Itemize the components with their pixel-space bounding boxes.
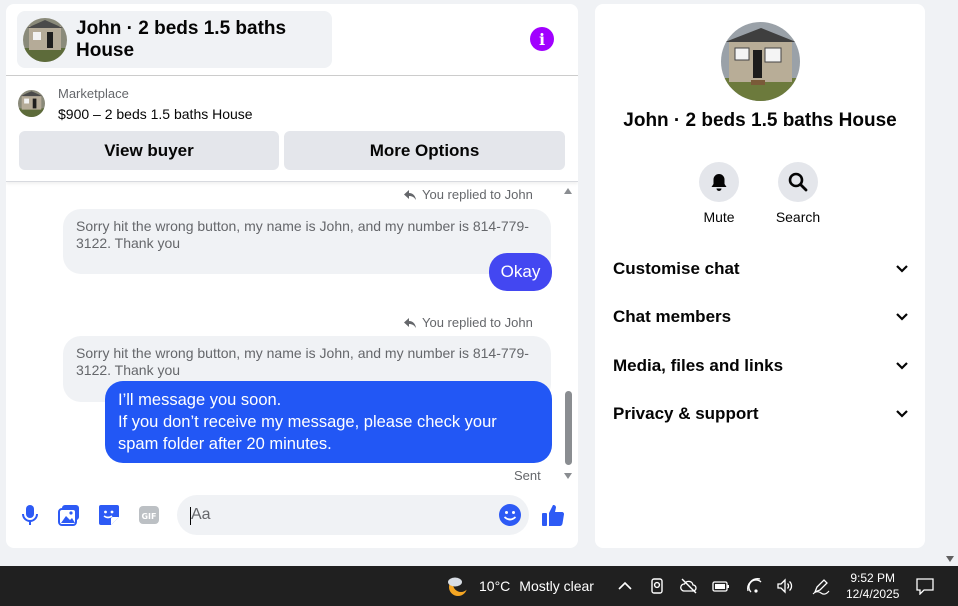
emoji-icon[interactable] bbox=[498, 503, 522, 527]
thumbs-up-icon[interactable] bbox=[541, 503, 565, 527]
quoted-message[interactable]: Sorry hit the wrong button, my name is J… bbox=[63, 209, 551, 274]
message-input[interactable] bbox=[177, 495, 529, 535]
reply-icon bbox=[404, 189, 416, 200]
view-buyer-button[interactable]: View buyer bbox=[19, 131, 279, 170]
replied-indicator: You replied to John bbox=[403, 187, 533, 202]
marketplace-label: Marketplace bbox=[58, 86, 129, 101]
chevron-up-icon[interactable] bbox=[616, 577, 634, 595]
time: 9:52 PM bbox=[850, 571, 896, 585]
notification-icon[interactable] bbox=[916, 577, 934, 595]
chevron-down-icon bbox=[896, 362, 908, 370]
conversation-title-button[interactable]: John · 2 beds 1.5 baths House bbox=[17, 11, 332, 68]
media-files-links-section[interactable]: Media, files and links bbox=[613, 356, 909, 376]
message-composer: GIF bbox=[6, 489, 578, 548]
svg-text:GIF: GIF bbox=[141, 512, 156, 521]
scrollbar-thumb[interactable] bbox=[565, 391, 572, 465]
taskbar: 10°C Mostly clear 9:52 PM 12/4/2025 bbox=[0, 566, 958, 606]
wifi-icon[interactable] bbox=[746, 577, 764, 595]
message-list: You replied to John Sorry hit the wrong … bbox=[6, 183, 578, 483]
replied-indicator: You replied to John bbox=[403, 315, 533, 330]
clock[interactable]: 9:52 PM 12/4/2025 bbox=[846, 570, 899, 602]
microphone-icon[interactable] bbox=[18, 503, 42, 527]
reply-icon bbox=[404, 317, 416, 328]
page-scrollbar[interactable] bbox=[942, 0, 958, 566]
conversation-title: John · 2 beds 1.5 baths House bbox=[76, 17, 287, 61]
search-button[interactable]: Search bbox=[768, 162, 828, 225]
chat-header: John · 2 beds 1.5 baths House i bbox=[6, 4, 578, 76]
listing-thumbnail[interactable] bbox=[18, 90, 45, 117]
more-options-button[interactable]: More Options bbox=[284, 131, 565, 170]
chat-panel: John · 2 beds 1.5 baths House i Marketpl… bbox=[6, 4, 578, 548]
message-scrollbar[interactable] bbox=[562, 185, 574, 482]
chevron-down-icon bbox=[896, 410, 908, 418]
message-line: If you don’t receive my message, please … bbox=[118, 413, 497, 453]
chevron-down-icon bbox=[896, 313, 908, 321]
gif-icon[interactable]: GIF bbox=[137, 503, 161, 527]
pen-icon[interactable] bbox=[812, 577, 830, 595]
cloud-off-icon[interactable] bbox=[680, 577, 698, 595]
privacy-support-section[interactable]: Privacy & support bbox=[613, 404, 909, 424]
message-line: I’ll message you soon. bbox=[118, 391, 282, 409]
gallery-icon[interactable] bbox=[57, 503, 81, 527]
temperature: 10°C bbox=[479, 578, 511, 594]
listing-avatar bbox=[23, 17, 67, 62]
search-label: Search bbox=[775, 209, 821, 225]
message-status: Sent bbox=[514, 468, 541, 483]
scroll-down-arrow-icon[interactable] bbox=[564, 473, 572, 479]
scroll-down-arrow-icon[interactable] bbox=[946, 556, 954, 562]
battery-icon[interactable] bbox=[712, 577, 730, 595]
customise-chat-section[interactable]: Customise chat bbox=[613, 259, 909, 279]
conversation-details-panel: John · 2 beds 1.5 baths House Mute Searc… bbox=[595, 4, 925, 548]
sent-message-bubble[interactable]: Okay bbox=[489, 253, 552, 291]
scroll-up-arrow-icon[interactable] bbox=[564, 188, 572, 194]
marketplace-listing-bar: Marketplace $900 – 2 beds 1.5 baths Hous… bbox=[6, 76, 578, 182]
mute-button[interactable]: Mute bbox=[689, 162, 749, 225]
sent-message-bubble[interactable]: I’ll message you soon. If you don’t rece… bbox=[105, 381, 552, 463]
bell-icon[interactable] bbox=[699, 162, 739, 202]
chevron-down-icon bbox=[896, 265, 908, 273]
date: 12/4/2025 bbox=[846, 587, 900, 601]
sticker-icon[interactable] bbox=[97, 503, 121, 527]
listing-photo[interactable] bbox=[721, 22, 800, 101]
chat-members-section[interactable]: Chat members bbox=[613, 307, 909, 327]
camera-icon[interactable] bbox=[648, 577, 666, 595]
speaker-icon[interactable] bbox=[776, 577, 794, 595]
weather-text: Mostly clear bbox=[519, 578, 594, 594]
search-icon[interactable] bbox=[778, 162, 818, 202]
weather-widget[interactable]: 10°C Mostly clear bbox=[446, 574, 594, 598]
text-cursor bbox=[190, 507, 191, 525]
details-title: John · 2 beds 1.5 baths House bbox=[623, 110, 897, 131]
info-icon[interactable]: i bbox=[530, 27, 554, 51]
listing-price-title[interactable]: $900 – 2 beds 1.5 baths House bbox=[58, 106, 253, 122]
moon-cloud-icon bbox=[448, 576, 469, 596]
mute-label: Mute bbox=[703, 209, 735, 225]
